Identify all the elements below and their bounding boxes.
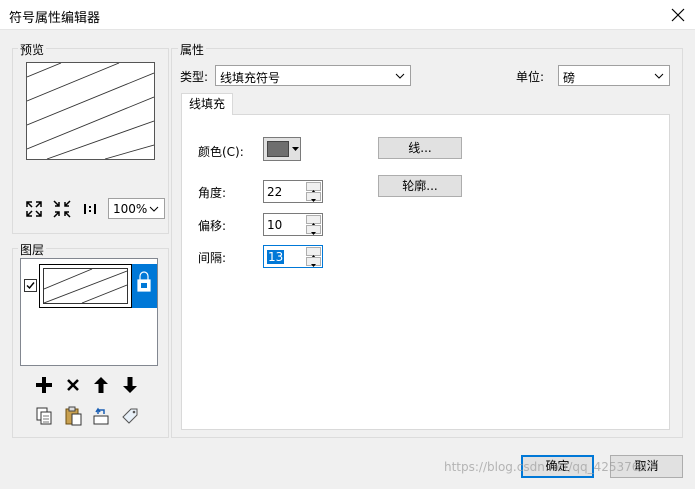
- angle-label: 角度:: [198, 186, 227, 200]
- type-select[interactable]: 线填充符号: [215, 65, 411, 86]
- paste-icon: [65, 406, 82, 426]
- tab-line-fill[interactable]: 线填充: [181, 93, 233, 115]
- spacing-spinner[interactable]: 13: [263, 245, 323, 268]
- move-down-button[interactable]: [119, 374, 141, 396]
- angle-up-button[interactable]: [306, 182, 321, 193]
- add-layer-button[interactable]: [33, 374, 55, 396]
- zoom-out-icon: [53, 200, 71, 218]
- spacing-label: 间隔:: [198, 251, 227, 265]
- tab-panel: [181, 114, 670, 430]
- zoom-in-icon: [26, 201, 42, 217]
- spin-down-icon: [311, 264, 316, 267]
- preview-canvas: [26, 62, 155, 160]
- color-swatch: [267, 141, 289, 157]
- properties-label: 属性: [178, 41, 207, 58]
- check-icon: [26, 282, 35, 290]
- paste-layer-button[interactable]: [62, 405, 84, 427]
- offset-spinner[interactable]: 10: [263, 213, 323, 236]
- type-label: 类型:: [180, 70, 209, 84]
- line-button[interactable]: 线...: [378, 137, 462, 159]
- unit-select[interactable]: 磅: [558, 65, 670, 86]
- layer-thumbnail: [43, 268, 128, 304]
- offset-up-button[interactable]: [306, 215, 321, 226]
- chevron-down-icon: [149, 206, 159, 212]
- copy-layer-button[interactable]: [33, 405, 55, 427]
- preview-hatch: [26, 62, 155, 160]
- layer-lock-strip[interactable]: [132, 264, 157, 308]
- spacing-down-button[interactable]: [306, 257, 321, 267]
- chevron-down-icon: [654, 73, 664, 79]
- spacing-value[interactable]: 13: [267, 250, 285, 264]
- spin-down-icon: [311, 199, 316, 202]
- preview-label: 预览: [18, 41, 47, 58]
- plus-icon: [36, 377, 52, 393]
- actual-size-button[interactable]: [79, 198, 101, 220]
- chevron-down-icon: [395, 73, 405, 79]
- outline-button[interactable]: 轮廓...: [378, 175, 462, 197]
- copy-icon: [36, 407, 52, 425]
- color-label: 颜色(C):: [198, 145, 244, 159]
- angle-value[interactable]: 22: [267, 185, 282, 199]
- actual-size-icon: [84, 204, 96, 214]
- reset-layer-button[interactable]: [90, 405, 112, 427]
- tag-layer-button[interactable]: [119, 405, 141, 427]
- window-title: 符号属性编辑器: [9, 11, 101, 26]
- title-bar: [0, 0, 695, 30]
- zoom-value: 100%: [113, 202, 148, 216]
- lock-icon: [137, 271, 151, 292]
- arrow-up-icon: [94, 377, 108, 393]
- offset-down-button[interactable]: [306, 225, 321, 235]
- close-button[interactable]: [667, 4, 689, 26]
- layer-list[interactable]: [20, 258, 158, 366]
- spin-down-icon: [311, 232, 316, 235]
- zoom-in-button[interactable]: [23, 198, 45, 220]
- offset-value[interactable]: 10: [267, 218, 282, 232]
- zoom-out-button[interactable]: [51, 198, 73, 220]
- remove-layer-button[interactable]: [62, 374, 84, 396]
- undo-icon: [93, 407, 109, 425]
- angle-spinner[interactable]: 22: [263, 180, 323, 203]
- unit-value: 磅: [563, 71, 576, 85]
- layer-visibility-checkbox[interactable]: [24, 279, 37, 292]
- dropdown-arrow-icon: [292, 147, 299, 151]
- close-icon: [671, 8, 685, 22]
- tag-icon: [122, 408, 138, 424]
- unit-label: 单位:: [516, 70, 545, 84]
- watermark: https://blog.csdn.net/qq_42537697: [444, 460, 655, 474]
- color-picker[interactable]: [263, 137, 301, 161]
- spacing-up-button[interactable]: [306, 247, 321, 258]
- type-value: 线填充符号: [220, 71, 281, 85]
- layer-hatch: [43, 268, 128, 304]
- tab-line-fill-label: 线填充: [188, 97, 225, 111]
- angle-down-button[interactable]: [306, 192, 321, 202]
- offset-label: 偏移:: [198, 219, 227, 233]
- layers-label: 图层: [18, 241, 47, 258]
- layer-item[interactable]: [39, 264, 132, 308]
- delete-icon: [67, 379, 79, 391]
- move-up-button[interactable]: [90, 374, 112, 396]
- zoom-select[interactable]: 100%: [108, 198, 165, 219]
- arrow-down-icon: [123, 377, 137, 393]
